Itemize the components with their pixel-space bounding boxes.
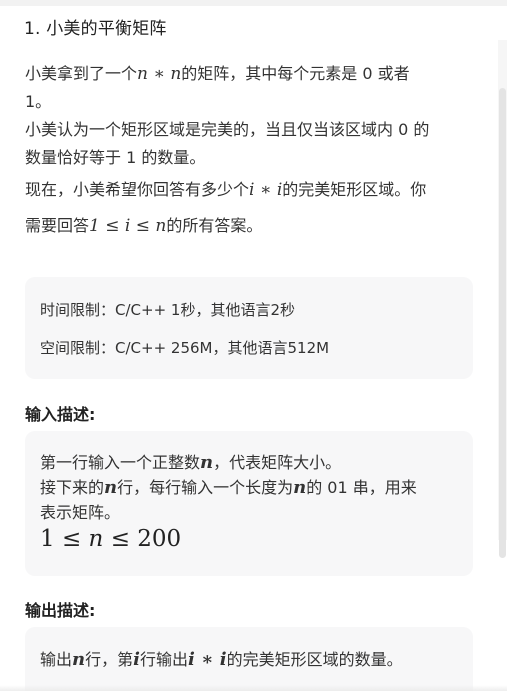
description-line-2: 1。 bbox=[25, 92, 52, 111]
description-line-1: 小美拿到了一个n ∗ n的矩阵，其中每个元素是 0 或者 bbox=[25, 64, 410, 84]
time-limit: 时间限制：C/C++ 1秒，其他语言2秒 bbox=[40, 301, 295, 319]
limits-box: 时间限制：C/C++ 1秒，其他语言2秒 空间限制：C/C++ 256M，其他语… bbox=[25, 277, 473, 379]
constraint-formula: 1 ≤ n ≤ 200 bbox=[40, 526, 182, 552]
input-description-box: 第一行输入一个正整数n，代表矩阵大小。 接下来的n行，每行输入一个长度为n的 0… bbox=[25, 431, 473, 576]
math-n-times-n: n ∗ n bbox=[137, 64, 182, 84]
output-description-box: 输出n行，第i行输出i ∗ i的完美矩形区域的数量。 bbox=[25, 627, 473, 691]
math-i-times-i: i ∗ i bbox=[187, 649, 227, 670]
scrollbar-thumb[interactable] bbox=[499, 88, 506, 558]
description-line-6: 需要回答1 ≤ i ≤ n的所有答案。 bbox=[25, 216, 263, 236]
input-line-3: 表示矩阵。 bbox=[40, 503, 121, 522]
problem-description: 小美拿到了一个n ∗ n的矩阵，其中每个元素是 0 或者 1。 小美认为一个矩形… bbox=[25, 60, 475, 240]
math-i-range: 1 ≤ i ≤ n bbox=[89, 216, 167, 236]
math-n: n bbox=[200, 452, 214, 473]
math-n: n bbox=[293, 477, 307, 498]
input-line-2: 接下来的n行，每行输入一个长度为n的 01 串，用来 bbox=[40, 477, 417, 498]
math-i-times-i: i ∗ i bbox=[249, 180, 283, 200]
input-heading: 输入描述: bbox=[25, 405, 96, 424]
description-line-5: 现在，小美希望你回答有多少个i ∗ i的完美矩形区域。你 bbox=[25, 180, 427, 200]
top-edge-strip bbox=[0, 0, 507, 6]
math-i: i bbox=[133, 649, 140, 670]
description-line-4: 数量恰好等于 1 的数量。 bbox=[25, 148, 206, 167]
input-line-1: 第一行输入一个正整数n，代表矩阵大小。 bbox=[40, 452, 342, 473]
memory-limit: 空间限制：C/C++ 256M，其他语言512M bbox=[40, 339, 330, 357]
description-line-3: 小美认为一个矩形区域是完美的，当且仅当该区域内 0 的 bbox=[25, 120, 430, 139]
problem-title: 1. 小美的平衡矩阵 bbox=[24, 19, 167, 39]
output-heading: 输出描述: bbox=[25, 601, 96, 620]
math-n: n bbox=[72, 649, 86, 670]
output-line-1: 输出n行，第i行输出i ∗ i的完美矩形区域的数量。 bbox=[40, 649, 403, 670]
scrollbar-track[interactable] bbox=[498, 40, 507, 558]
math-n: n bbox=[104, 477, 118, 498]
bottom-fade bbox=[0, 685, 507, 691]
